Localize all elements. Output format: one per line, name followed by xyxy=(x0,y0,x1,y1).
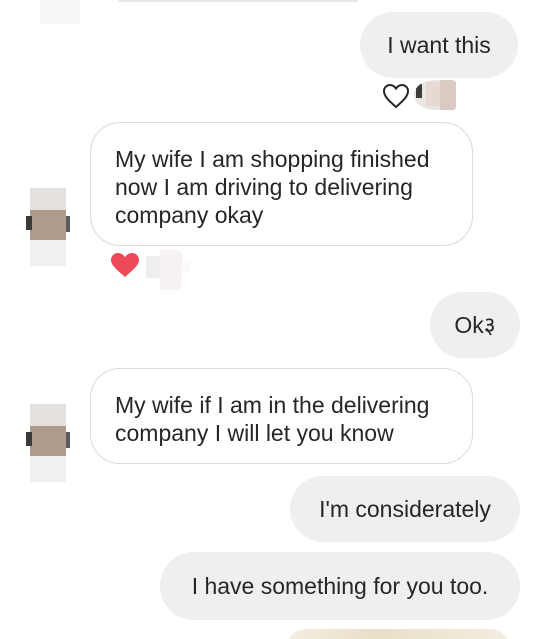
message-line: now I am driving to delivering xyxy=(115,174,413,200)
sender-avatar[interactable] xyxy=(26,188,70,268)
reactor-avatar xyxy=(414,80,456,110)
previous-message-fragment xyxy=(118,0,358,2)
heart-outline-icon[interactable] xyxy=(382,83,410,109)
message-text: I have something for you too. xyxy=(191,573,489,599)
outgoing-message[interactable]: Ok३ xyxy=(430,292,520,358)
previous-avatar-fragment xyxy=(40,0,80,24)
chat-screen: I want this My wife I am shopping finish… xyxy=(0,0,538,639)
message-text: I'm considerately xyxy=(319,496,491,522)
incoming-message[interactable]: My wife I am shopping finished now I am … xyxy=(90,122,473,246)
outgoing-message[interactable]: I'm considerately xyxy=(290,476,520,542)
image-message[interactable] xyxy=(286,629,510,639)
outgoing-message[interactable]: I want this xyxy=(360,12,518,78)
outgoing-message[interactable]: I have something for you too. xyxy=(160,552,520,620)
message-line: My wife if I am in the delivering xyxy=(115,392,430,418)
reactor-avatar xyxy=(142,248,190,292)
message-line: My wife I am shopping finished xyxy=(115,146,430,172)
message-text: Ok३ xyxy=(454,312,496,338)
incoming-message[interactable]: My wife if I am in the delivering compan… xyxy=(90,368,473,464)
sender-avatar[interactable] xyxy=(26,404,70,484)
message-line: company I will let you know xyxy=(115,420,394,446)
heart-filled-icon[interactable] xyxy=(110,252,140,278)
message-line: company okay xyxy=(115,202,264,228)
message-text: I want this xyxy=(387,32,491,58)
